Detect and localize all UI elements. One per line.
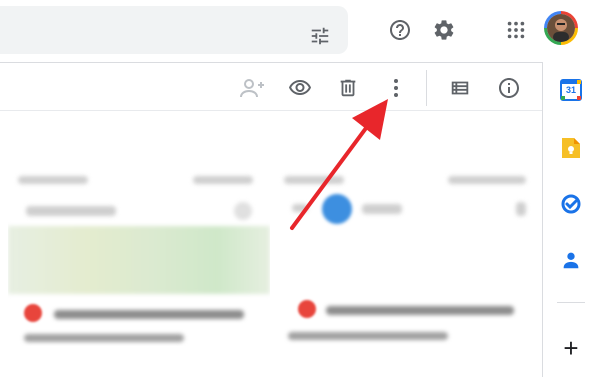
card-title-text xyxy=(292,204,308,212)
card-body-text xyxy=(288,332,448,340)
blurred-card-left[interactable] xyxy=(8,168,270,346)
calendar-day-label: 31 xyxy=(565,85,576,95)
apps-grid-icon[interactable] xyxy=(498,12,534,48)
keep-icon[interactable] xyxy=(555,132,587,164)
tune-icon[interactable] xyxy=(304,20,336,52)
search-bar[interactable] xyxy=(0,6,348,54)
card-blurred-image xyxy=(8,226,270,294)
help-icon[interactable] xyxy=(382,12,418,48)
list-view-icon[interactable] xyxy=(442,70,478,106)
card-header-text xyxy=(193,176,253,184)
more-vert-icon[interactable] xyxy=(378,70,414,106)
blurred-card-right[interactable] xyxy=(278,168,540,346)
card-header-text xyxy=(284,176,344,184)
contacts-icon[interactable] xyxy=(555,244,587,276)
eye-icon[interactable] xyxy=(282,70,318,106)
add-addon-label: + xyxy=(563,333,579,363)
info-icon[interactable] xyxy=(491,70,527,106)
card-red-dot xyxy=(298,300,316,318)
toolbar-bottom-divider xyxy=(0,110,542,111)
add-addon-button[interactable]: + xyxy=(555,332,587,364)
header-divider xyxy=(0,62,542,63)
card-title-text xyxy=(362,204,402,214)
calendar-icon[interactable]: 31 xyxy=(555,74,587,106)
toolbar-divider xyxy=(426,70,427,106)
tasks-icon[interactable] xyxy=(555,188,587,220)
card-header-text xyxy=(18,176,88,184)
card-title-text xyxy=(516,202,526,216)
side-panel: 31 + xyxy=(542,62,598,377)
card-blurred-avatar xyxy=(234,202,252,220)
card-red-dot xyxy=(24,304,42,322)
trash-icon[interactable] xyxy=(330,70,366,106)
card-header-text xyxy=(448,176,526,184)
card-body-text xyxy=(24,334,184,342)
card-body-text xyxy=(326,306,514,315)
card-title-text xyxy=(26,206,116,216)
side-panel-divider xyxy=(557,302,585,303)
account-avatar[interactable] xyxy=(544,11,578,45)
card-body-text xyxy=(54,310,244,319)
settings-icon[interactable] xyxy=(426,12,462,48)
card-blue-avatar xyxy=(322,194,352,224)
add-person-icon[interactable] xyxy=(234,70,270,106)
